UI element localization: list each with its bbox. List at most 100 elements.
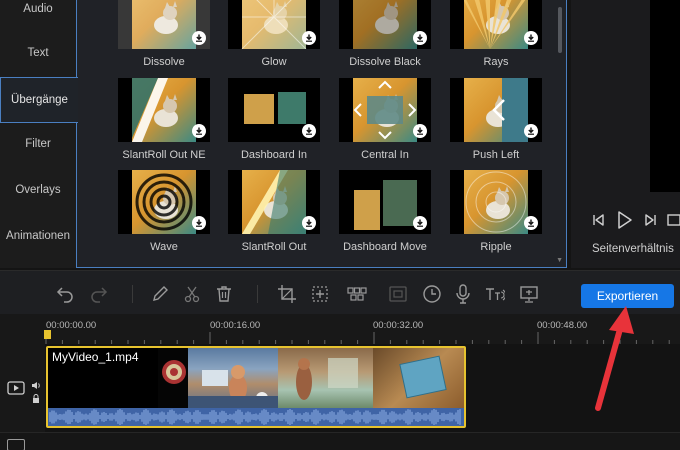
- tick-label: 00:00:00.00: [46, 320, 97, 331]
- transition-tile[interactable]: Ripple: [450, 170, 542, 260]
- transition-thumbnail: [450, 170, 542, 234]
- edit-icon[interactable]: [149, 283, 171, 305]
- record-icon[interactable]: [452, 283, 474, 305]
- screen-icon[interactable]: [518, 283, 540, 305]
- audio-waveform: [48, 408, 464, 426]
- sidebar-item-label: Übergänge: [11, 94, 68, 106]
- transition-label: Dashboard Move: [343, 241, 427, 253]
- transition-tile[interactable]: Push Left: [450, 78, 542, 168]
- transition-tile[interactable]: Dissolve Black: [339, 0, 431, 75]
- preview-video: [650, 0, 680, 192]
- transition-tile[interactable]: SlantRoll Out NE: [118, 78, 210, 168]
- download-icon[interactable]: [302, 31, 316, 45]
- transition-thumbnail: [228, 78, 320, 142]
- transition-tile[interactable]: Wave: [118, 170, 210, 260]
- download-icon[interactable]: [524, 216, 538, 230]
- download-icon[interactable]: [413, 216, 427, 230]
- transition-thumbnail: [228, 0, 320, 49]
- transition-thumbnail: [450, 78, 542, 142]
- download-icon[interactable]: [524, 124, 538, 138]
- aspect-ratio-label[interactable]: Seitenverhältnis: [592, 243, 674, 255]
- transition-tile[interactable]: Dissolve: [118, 0, 210, 75]
- transition-thumbnail: [450, 0, 542, 49]
- clip-frame: [278, 348, 373, 408]
- transition-thumbnail: [339, 78, 431, 142]
- download-icon[interactable]: [413, 124, 427, 138]
- sidebar-item-transitions[interactable]: Übergänge: [0, 77, 78, 123]
- sidebar-item-label: Animationen: [6, 230, 70, 242]
- transition-thumbnail: [118, 0, 210, 49]
- transition-label: SlantRoll Out NE: [122, 149, 206, 161]
- playhead[interactable]: [44, 330, 51, 339]
- track-icon: [7, 439, 25, 450]
- download-icon[interactable]: [192, 216, 206, 230]
- video-track-header: [0, 344, 45, 432]
- next-frame-icon[interactable]: [643, 212, 659, 232]
- transition-tile[interactable]: Dashboard In: [228, 78, 320, 168]
- sidebar-item-label: Filter: [25, 138, 51, 150]
- sidebar-item-overlays[interactable]: Overlays: [0, 167, 76, 213]
- sidebar-item-animations[interactable]: Animationen: [0, 213, 76, 259]
- redo-icon[interactable]: [88, 283, 110, 305]
- clip-name: MyVideo_1.mp4: [52, 350, 139, 364]
- edit-toolbar: [0, 270, 680, 314]
- mosaic-icon[interactable]: [346, 283, 368, 305]
- clip-frame: [188, 348, 278, 408]
- lock-icon[interactable]: [32, 390, 40, 408]
- transition-label: Push Left: [472, 149, 520, 161]
- delete-icon[interactable]: [213, 283, 235, 305]
- speed-icon[interactable]: [421, 283, 443, 305]
- undo-icon[interactable]: [54, 283, 76, 305]
- clip-frame: [373, 348, 464, 408]
- transition-thumbnail: [339, 170, 431, 234]
- download-icon[interactable]: [192, 31, 206, 45]
- download-icon[interactable]: [302, 124, 316, 138]
- clip-frame: [158, 348, 188, 408]
- download-icon[interactable]: [302, 216, 316, 230]
- download-icon[interactable]: [192, 124, 206, 138]
- transition-label: Dissolve: [143, 56, 185, 68]
- sidebar-item-label: Audio: [23, 3, 53, 15]
- crop-icon[interactable]: [276, 283, 298, 305]
- transition-thumbnail: [339, 0, 431, 49]
- annotation-arrow: [595, 306, 634, 411]
- transition-label: Wave: [150, 241, 178, 253]
- download-icon[interactable]: [413, 31, 427, 45]
- video-clip[interactable]: MyVideo_1.mp4: [46, 346, 466, 428]
- transition-tile[interactable]: Glow: [228, 0, 320, 75]
- transition-tile[interactable]: Rays: [450, 0, 542, 75]
- play-icon[interactable]: [616, 210, 634, 234]
- sidebar-item-label: Overlays: [15, 184, 61, 196]
- transition-tile[interactable]: Dashboard Move: [339, 170, 431, 260]
- transition-label: SlantRoll Out: [241, 241, 307, 253]
- scrollbar-thumb[interactable]: [558, 7, 562, 53]
- toolbar-divider: [257, 285, 258, 303]
- transition-label: Glow: [261, 56, 287, 68]
- tick-label: 00:00:16.00: [210, 320, 261, 331]
- freeze-frame-icon[interactable]: [387, 283, 409, 305]
- scroll-down-icon[interactable]: ▼: [556, 257, 563, 264]
- transition-thumbnail: [118, 170, 210, 234]
- download-icon[interactable]: [524, 31, 538, 45]
- zoom-icon[interactable]: [309, 283, 331, 305]
- category-sidebar: Audio Text Übergänge Filter Overlays Ani…: [0, 0, 78, 268]
- transitions-panel: Dissolve Glow Dissolve Black Rays SlantRoll …: [76, 0, 567, 268]
- transition-label: Dashboard In: [240, 149, 308, 161]
- text-to-speech-icon[interactable]: [484, 283, 506, 305]
- sidebar-item-text[interactable]: Text: [0, 30, 76, 76]
- previous-frame-icon[interactable]: [590, 212, 606, 232]
- next-track-row: [0, 432, 680, 450]
- transition-label: Ripple: [480, 241, 512, 253]
- transition-label: Rays: [483, 56, 509, 68]
- transition-label: Dissolve Black: [349, 56, 421, 68]
- fullscreen-icon[interactable]: [666, 212, 680, 232]
- timeline-ruler[interactable]: 00:00:00.00 00:00:16.00 00:00:32.00 00:0…: [0, 314, 680, 344]
- preview-panel: Seitenverhältnis: [571, 0, 680, 268]
- cut-icon[interactable]: [181, 283, 203, 305]
- toolbar-divider: [132, 285, 133, 303]
- transition-label: Central In: [361, 149, 409, 161]
- transition-tile[interactable]: Central In: [339, 78, 431, 168]
- sidebar-item-filter[interactable]: Filter: [0, 121, 76, 167]
- transition-tile[interactable]: SlantRoll Out: [228, 170, 320, 260]
- sidebar-item-audio[interactable]: Audio: [0, 0, 76, 32]
